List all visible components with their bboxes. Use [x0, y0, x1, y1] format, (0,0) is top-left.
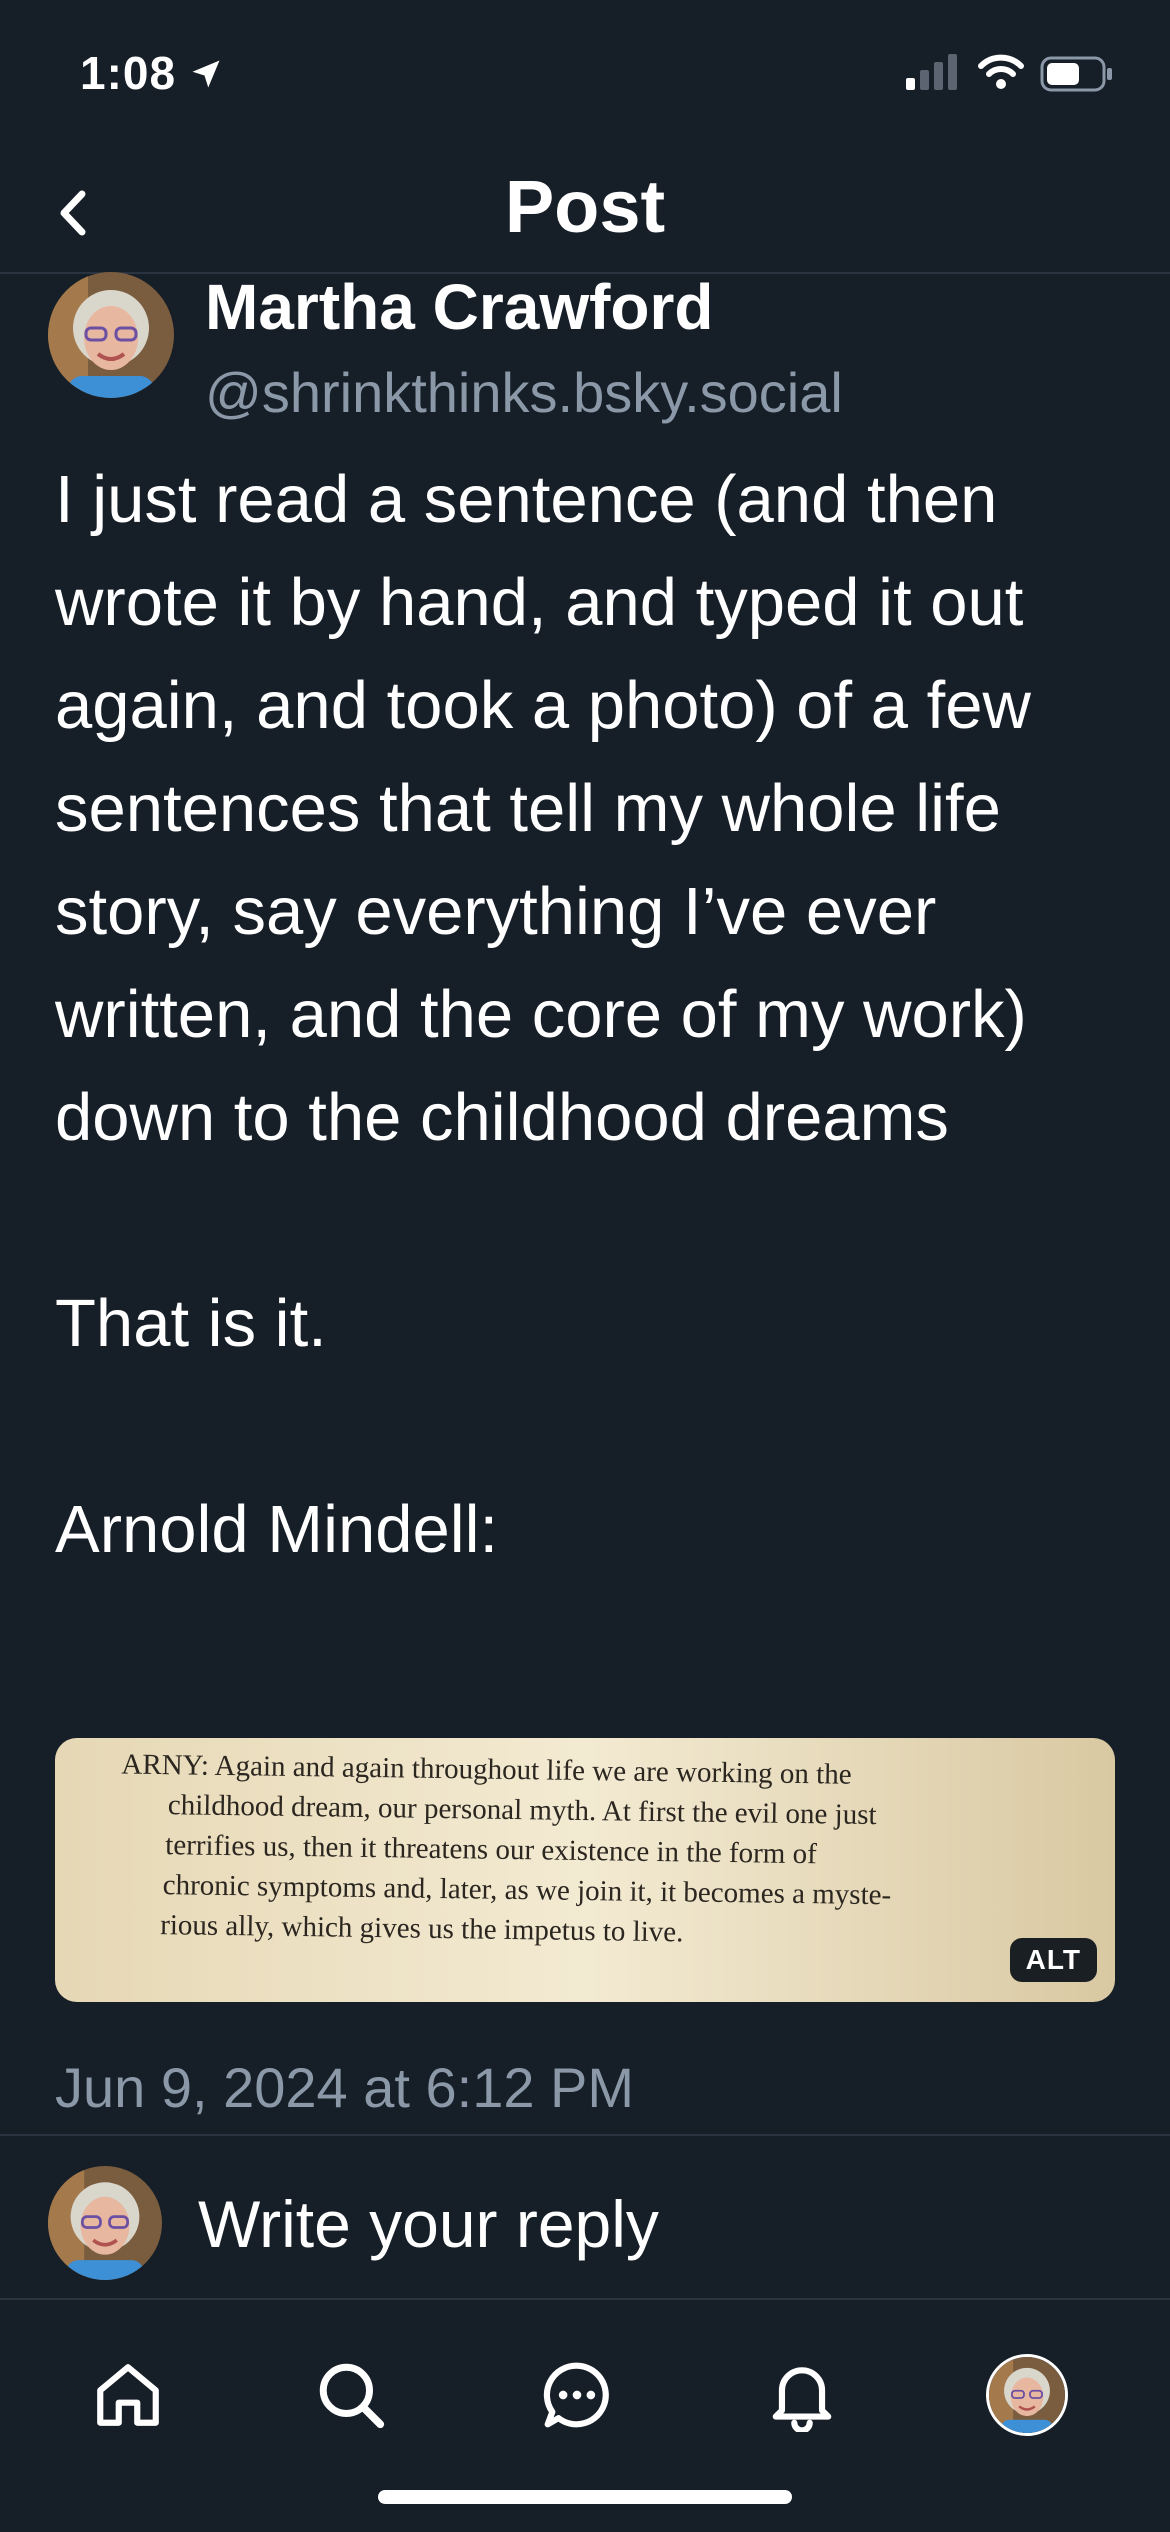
post-timestamp: Jun 9, 2024 at 6:12 PM — [55, 2056, 635, 2119]
location-arrow-icon — [192, 60, 220, 88]
author-handle[interactable]: @shrinkthinks.bsky.social — [205, 360, 843, 425]
post-paragraph: Arnold Mindell: — [55, 1492, 499, 1567]
status-bar: 1:08 — [0, 0, 1170, 140]
home-indicator[interactable] — [378, 2490, 792, 2504]
home-icon — [97, 2364, 159, 2426]
status-time: 1:08 — [80, 47, 177, 99]
reply-input[interactable]: Write your reply — [198, 2186, 659, 2262]
page-title: Post — [504, 165, 666, 248]
header: Post — [0, 150, 1170, 274]
post-paragraph: I just read a sentence (and then wrote i… — [55, 462, 1031, 1155]
nav-profile[interactable] — [972, 2340, 1082, 2450]
nav-search[interactable] — [296, 2340, 406, 2450]
search-icon — [319, 2363, 385, 2429]
user-avatar — [48, 2166, 162, 2280]
post-image[interactable]: ARNY: Again and again throughout life we… — [55, 1738, 1115, 2002]
battery-icon — [1040, 56, 1112, 92]
chat-icon — [543, 2362, 609, 2428]
author-name[interactable]: Martha Crawford — [205, 270, 714, 344]
reply-bar[interactable]: Write your reply — [0, 2134, 1170, 2300]
profile-avatar — [986, 2354, 1068, 2436]
alt-badge[interactable]: ALT — [1009, 1938, 1097, 1982]
bell-icon — [772, 2367, 832, 2432]
post-paragraph: That is it. — [55, 1286, 327, 1361]
nav-chat[interactable] — [522, 2340, 632, 2450]
post-body: I just read a sentence (and then wrote i… — [55, 448, 1135, 1581]
nav-notifications[interactable] — [747, 2340, 857, 2450]
wifi-icon — [978, 54, 1024, 89]
author-avatar[interactable] — [48, 272, 174, 398]
signal-icon — [906, 54, 957, 90]
nav-home[interactable] — [73, 2340, 183, 2450]
